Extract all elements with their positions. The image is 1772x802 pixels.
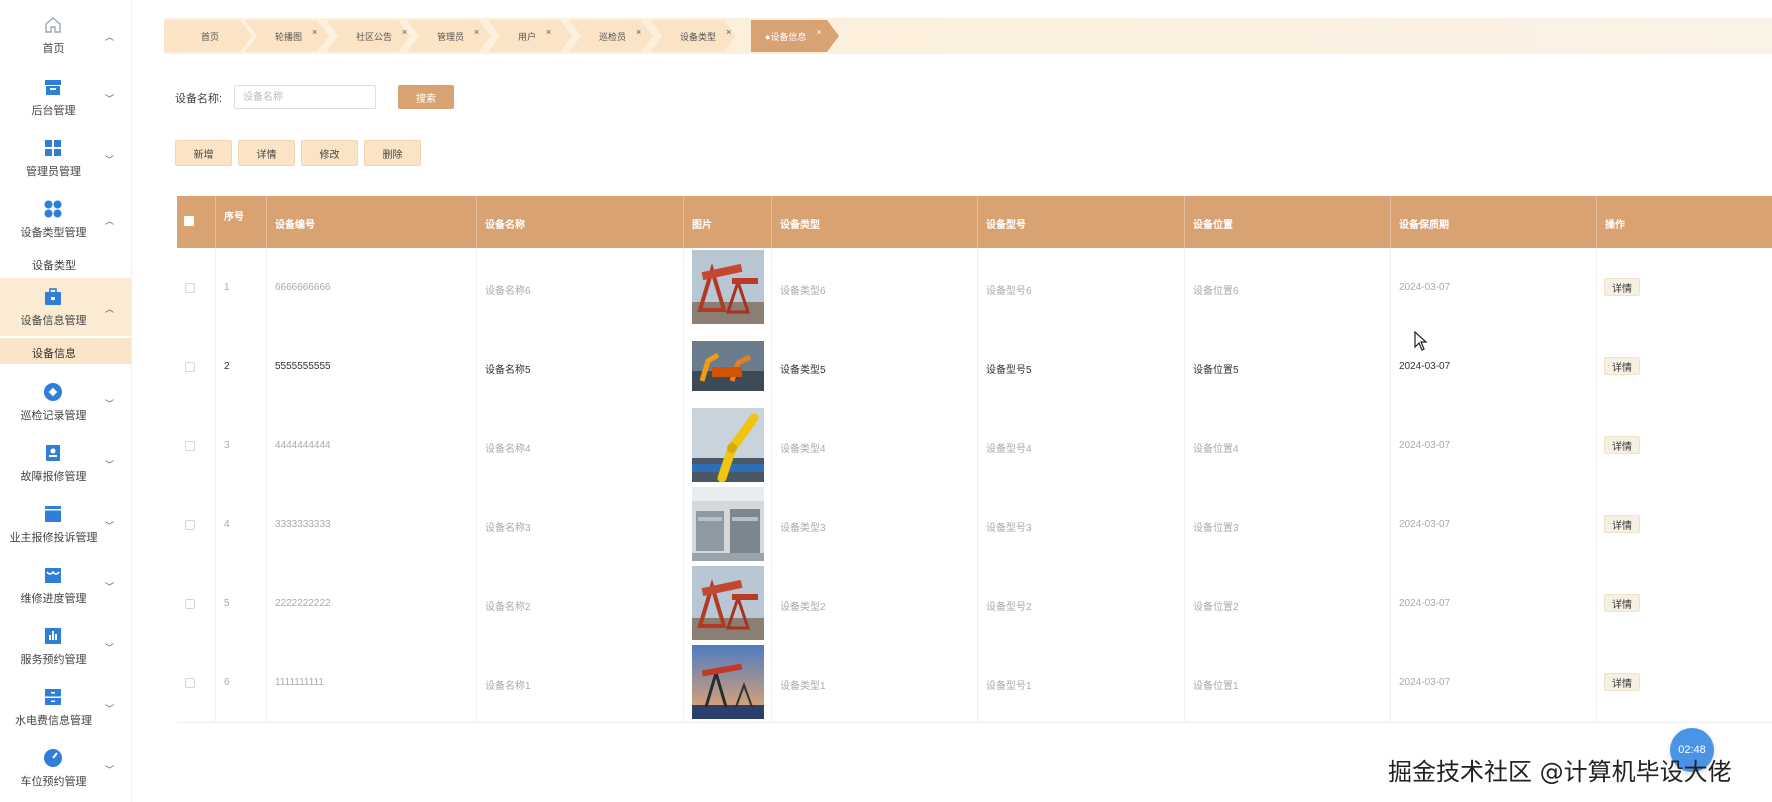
tab-bar: 首页 轮播图 × 社区公告 × 管理员 × 用户 × 巡检员 × 设备类型 × …: [164, 18, 1772, 54]
device-image[interactable]: [692, 566, 764, 640]
row-checkbox[interactable]: [185, 599, 195, 609]
home-icon: [42, 14, 64, 36]
close-icon[interactable]: ×: [312, 27, 317, 37]
add-button[interactable]: 新增: [175, 140, 232, 166]
sidebar-item-device-info[interactable]: 设备信息管理 ︿: [0, 278, 131, 336]
chevron-down-icon: ﹀: [105, 704, 115, 714]
detail-button[interactable]: 详情: [238, 140, 295, 166]
device-name-search-input[interactable]: [234, 85, 376, 109]
gauge-icon: [42, 747, 64, 769]
diamond-icon: [42, 381, 64, 403]
th-no: 序号: [216, 196, 267, 248]
table-header: 序号 设备编号 设备名称 图片 设备类型 设备型号 设备位置 设备保质期 操作: [177, 196, 1772, 248]
table-row: 1 6666666666 设备名称6 设备类型6 设备型号6 设备位置6 202…: [177, 248, 1772, 328]
chevron-down-icon: ﹀: [105, 460, 115, 470]
chevron-up-icon: ︿: [105, 304, 115, 314]
briefcase-icon: [42, 286, 64, 308]
search-label: 设备名称:: [175, 93, 223, 105]
edit-button[interactable]: 修改: [301, 140, 358, 166]
row-detail-button[interactable]: 详情: [1604, 357, 1640, 375]
row-detail-button[interactable]: 详情: [1604, 515, 1640, 533]
device-image[interactable]: [692, 408, 764, 482]
chevron-up-icon: ︿: [105, 32, 115, 42]
th-name: 设备名称: [477, 196, 684, 248]
th-image: 图片: [684, 196, 772, 248]
tab-device-type[interactable]: 设备类型 ×: [650, 20, 736, 52]
sidebar-item-backend[interactable]: 后台管理 ﹀: [0, 68, 131, 126]
tab-notice[interactable]: 社区公告 ×: [326, 20, 410, 52]
sidebar-item-admin[interactable]: 管理员管理 ﹀: [0, 129, 131, 187]
table-row: 4 3333333333 设备名称3 设备类型3 设备型号3 设备位置3 202…: [177, 485, 1772, 565]
device-image[interactable]: [692, 487, 764, 561]
sidebar-item-fault-repair[interactable]: 故障报修管理 ﹀: [0, 434, 131, 492]
sidebar-item-service-booking[interactable]: 服务预约管理 ﹀: [0, 617, 131, 675]
close-icon[interactable]: ×: [474, 27, 479, 37]
chevron-up-icon: ︿: [105, 216, 115, 226]
chevron-down-icon: ﹀: [105, 521, 115, 531]
tab-carousel[interactable]: 轮播图 ×: [245, 20, 329, 52]
table-row: 3 4444444444 设备名称4 设备类型4 设备型号4 设备位置4 202…: [177, 406, 1772, 486]
row-detail-button[interactable]: 详情: [1604, 436, 1640, 454]
apps-icon: [42, 198, 64, 220]
chevron-down-icon: ﹀: [105, 399, 115, 409]
search-button[interactable]: 搜索: [398, 85, 454, 109]
row-checkbox[interactable]: [185, 520, 195, 530]
table-row: 5 2222222222 设备名称2 设备类型2 设备型号2 设备位置2 202…: [177, 564, 1772, 644]
tab-admin[interactable]: 管理员 ×: [407, 20, 491, 52]
sidebar-item-parking[interactable]: 车位预约管理 ﹀: [0, 739, 131, 797]
row-checkbox[interactable]: [185, 678, 195, 688]
sidebar-subitem-device-info[interactable]: 设备信息: [0, 338, 131, 364]
th-code: 设备编号: [267, 196, 477, 248]
grid-icon: [42, 137, 64, 159]
select-all-cell: [177, 196, 216, 248]
th-type: 设备类型: [772, 196, 978, 248]
panel-icon: [42, 503, 64, 525]
table-row: 2 5555555555 设备名称5 设备类型5 设备型号5 设备位置5 202…: [177, 327, 1772, 407]
row-detail-button[interactable]: 详情: [1604, 278, 1640, 296]
tab-user[interactable]: 用户 ×: [488, 20, 572, 52]
table-row: 6 1111111111 设备名称1 设备类型1 设备型号1 设备位置1 202…: [177, 643, 1772, 723]
close-icon[interactable]: ×: [546, 27, 551, 37]
cabinet-icon: [42, 686, 64, 708]
sidebar: 首页 ︿ 后台管理 ﹀ 管理员管理 ﹀ 设备类型管理 ︿ 设备类型 设备信息管理…: [0, 0, 132, 802]
watermark: 掘金技术社区 @计算机毕设大佬: [1388, 758, 1732, 786]
bar-chart-icon: [42, 625, 64, 647]
device-image[interactable]: [692, 250, 764, 324]
th-model: 设备型号: [978, 196, 1185, 248]
select-all-checkbox[interactable]: [184, 216, 194, 226]
store-icon: [42, 564, 64, 586]
sidebar-item-repair-progress[interactable]: 维修进度管理 ﹀: [0, 556, 131, 614]
sidebar-item-utility-fee[interactable]: 水电费信息管理 ﹀: [0, 678, 131, 736]
chevron-down-icon: ﹀: [105, 94, 115, 104]
contact-card-icon: [42, 442, 64, 464]
tab-device-info[interactable]: ●设备信息 ×: [751, 20, 839, 52]
tab-inspector[interactable]: 巡检员 ×: [569, 20, 653, 52]
row-checkbox[interactable]: [185, 283, 195, 293]
close-icon[interactable]: ×: [636, 27, 641, 37]
tab-home[interactable]: 首页: [164, 20, 252, 52]
row-detail-button[interactable]: 详情: [1604, 673, 1640, 691]
archive-icon: [42, 76, 64, 98]
device-image[interactable]: [692, 341, 764, 391]
sidebar-item-inspection[interactable]: 巡检记录管理 ﹀: [0, 373, 131, 431]
chevron-down-icon: ﹀: [105, 765, 115, 775]
mouse-cursor-icon: [1414, 331, 1428, 351]
device-image[interactable]: [692, 645, 764, 719]
row-checkbox[interactable]: [185, 441, 195, 451]
th-action: 操作: [1605, 220, 1625, 231]
sidebar-item-home[interactable]: 首页 ︿: [0, 6, 131, 64]
chevron-down-icon: ﹀: [105, 155, 115, 165]
delete-button[interactable]: 删除: [364, 140, 421, 166]
chevron-down-icon: ﹀: [105, 582, 115, 592]
sidebar-item-device-type[interactable]: 设备类型管理 ︿: [0, 190, 131, 248]
sidebar-item-owner-complaint[interactable]: 业主报修投诉管理 ﹀: [0, 495, 131, 553]
chevron-down-icon: ﹀: [105, 643, 115, 653]
close-icon[interactable]: ×: [816, 27, 821, 37]
th-warranty: 设备保质期: [1391, 196, 1597, 248]
th-location: 设备位置: [1185, 196, 1391, 248]
row-detail-button[interactable]: 详情: [1604, 594, 1640, 612]
sidebar-subitem-device-type[interactable]: 设备类型: [0, 250, 131, 276]
close-icon[interactable]: ×: [726, 27, 731, 37]
row-checkbox[interactable]: [185, 362, 195, 372]
